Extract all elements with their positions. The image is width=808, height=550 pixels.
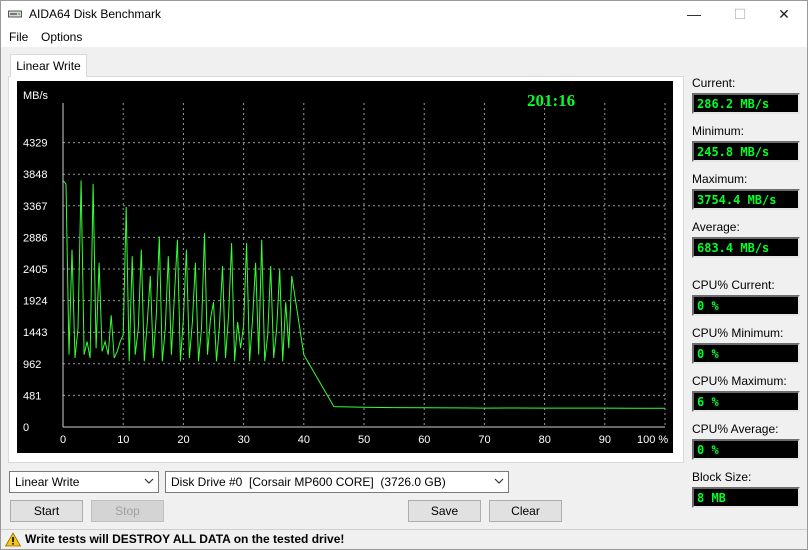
y-tick-label: 0 bbox=[23, 422, 29, 434]
start-button[interactable]: Start bbox=[10, 500, 83, 522]
disk-icon bbox=[8, 10, 22, 18]
x-tick-label: 80 bbox=[539, 434, 551, 446]
maximum-label: Maximum: bbox=[692, 172, 748, 186]
app-window: AIDA64 Disk Benchmark — ☐ ✕ File Options… bbox=[0, 0, 808, 550]
drive-select-value: Disk Drive #0 [Corsair MP600 CORE] (3726… bbox=[171, 475, 446, 489]
x-tick-label: 100 % bbox=[637, 434, 668, 446]
maximize-button[interactable]: ☐ bbox=[717, 1, 763, 27]
cpu-minimum-value: 0 % bbox=[692, 343, 800, 364]
y-axis-label: MB/s bbox=[23, 90, 49, 102]
x-tick-label: 40 bbox=[298, 434, 310, 446]
elapsed-timer: 201:16 bbox=[527, 91, 575, 110]
status-bar: Write tests will DESTROY ALL DATA on the… bbox=[1, 529, 807, 549]
cpu-average-value: 0 % bbox=[692, 439, 800, 460]
title-bar[interactable]: AIDA64 Disk Benchmark — ☐ ✕ bbox=[1, 1, 807, 27]
x-tick-label: 20 bbox=[177, 434, 189, 446]
tab-linear-write[interactable]: Linear Write bbox=[10, 54, 87, 77]
average-value: 683.4 MB/s bbox=[692, 237, 800, 258]
save-button[interactable]: Save bbox=[408, 500, 481, 522]
current-value: 286.2 MB/s bbox=[692, 93, 800, 114]
chevron-down-icon bbox=[494, 478, 504, 484]
current-label: Current: bbox=[692, 76, 736, 90]
test-type-select[interactable]: Linear Write bbox=[9, 471, 159, 493]
close-button[interactable]: ✕ bbox=[761, 1, 807, 27]
x-tick-label: 90 bbox=[599, 434, 611, 446]
y-tick-label: 962 bbox=[23, 359, 41, 371]
warning-icon bbox=[5, 532, 21, 547]
test-type-select-value: Linear Write bbox=[15, 475, 80, 489]
y-tick-label: 2886 bbox=[23, 232, 47, 244]
minimum-label: Minimum: bbox=[692, 124, 745, 138]
y-tick-label: 1924 bbox=[23, 296, 47, 308]
x-tick-label: 50 bbox=[358, 434, 370, 446]
cpu-current-label: CPU% Current: bbox=[692, 278, 775, 292]
warning-message: Write tests will DESTROY ALL DATA on the… bbox=[25, 532, 345, 546]
drive-select[interactable]: Disk Drive #0 [Corsair MP600 CORE] (3726… bbox=[165, 471, 509, 493]
stop-button[interactable]: Stop bbox=[91, 500, 164, 522]
benchmark-chart: 0 481 962 1443 1924 2405 2886 3367 3848 4329 0 10 20… bbox=[17, 81, 673, 453]
x-tick-label: 10 bbox=[117, 434, 129, 446]
x-tick-label: 30 bbox=[238, 434, 250, 446]
block-size-value: 8 MB bbox=[692, 487, 800, 508]
x-tick-label: 0 bbox=[60, 434, 66, 446]
cpu-current-value: 0 % bbox=[692, 295, 800, 316]
cpu-maximum-label: CPU% Maximum: bbox=[692, 374, 787, 388]
cpu-minimum-label: CPU% Minimum: bbox=[692, 326, 784, 340]
y-tick-label: 2405 bbox=[23, 264, 47, 276]
y-tick-label: 4329 bbox=[23, 138, 47, 150]
x-tick-label: 60 bbox=[418, 434, 430, 446]
y-tick-label: 1443 bbox=[23, 327, 47, 339]
cpu-average-label: CPU% Average: bbox=[692, 422, 779, 436]
block-size-label: Block Size: bbox=[692, 470, 752, 484]
menu-bar: File Options bbox=[1, 27, 807, 47]
chevron-down-icon bbox=[144, 478, 154, 484]
maximum-value: 3754.4 MB/s bbox=[692, 189, 800, 210]
cpu-maximum-value: 6 % bbox=[692, 391, 800, 412]
minimize-button[interactable]: — bbox=[671, 1, 717, 27]
clear-button[interactable]: Clear bbox=[489, 500, 562, 522]
menu-file[interactable]: File bbox=[9, 30, 28, 44]
average-label: Average: bbox=[692, 220, 740, 234]
y-tick-label: 3848 bbox=[23, 169, 47, 181]
window-title: AIDA64 Disk Benchmark bbox=[29, 7, 162, 21]
y-tick-label: 3367 bbox=[23, 201, 47, 213]
tab-panel: 0 481 962 1443 1924 2405 2886 3367 3848 4329 0 10 20… bbox=[8, 76, 684, 463]
minimum-value: 245.8 MB/s bbox=[692, 141, 800, 162]
x-tick-label: 70 bbox=[478, 434, 490, 446]
plot-background bbox=[17, 81, 673, 453]
menu-options[interactable]: Options bbox=[41, 30, 82, 44]
y-tick-label: 481 bbox=[23, 390, 41, 402]
